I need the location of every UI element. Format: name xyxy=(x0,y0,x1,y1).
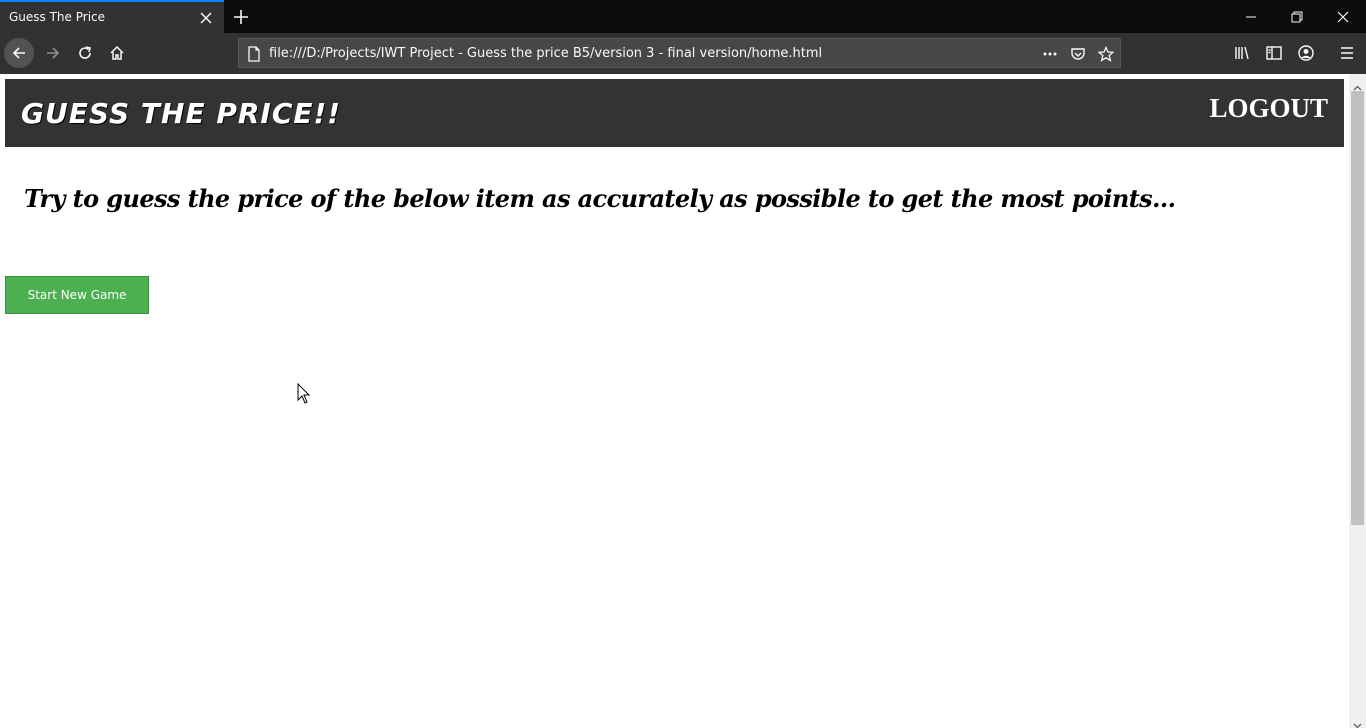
scrollbar-thumb[interactable] xyxy=(1351,91,1364,525)
page-icon xyxy=(247,46,261,66)
library-icon[interactable] xyxy=(1233,44,1251,62)
url-text[interactable]: file:///D:/Projects/IWT Project - Guess … xyxy=(269,46,822,61)
start-new-game-button[interactable]: Start New Game xyxy=(5,276,149,314)
window-close-icon[interactable] xyxy=(1333,7,1353,27)
logout-link[interactable]: LOGOUT xyxy=(1209,93,1328,124)
mouse-cursor-icon xyxy=(297,382,311,409)
restore-icon[interactable] xyxy=(1287,7,1307,27)
tab-active[interactable]: Guess The Price xyxy=(0,0,224,33)
scroll-up-icon[interactable] xyxy=(1353,78,1362,91)
home-icon[interactable] xyxy=(102,38,132,68)
site-header: GUESS THE PRICE!! LOGOUT xyxy=(5,79,1344,147)
minimize-icon[interactable] xyxy=(1241,7,1261,27)
reload-icon[interactable] xyxy=(70,38,100,68)
nav-toolbar: file:///D:/Projects/IWT Project - Guess … xyxy=(0,33,1366,74)
tab-strip: Guess The Price xyxy=(0,0,1366,33)
pocket-icon[interactable] xyxy=(1070,46,1086,62)
url-bar[interactable]: file:///D:/Projects/IWT Project - Guess … xyxy=(238,38,1121,68)
intro-heading: Try to guess the price of the below item… xyxy=(24,184,1176,213)
bookmark-star-icon[interactable] xyxy=(1097,45,1115,62)
more-icon[interactable] xyxy=(1042,46,1058,62)
forward-icon[interactable] xyxy=(38,38,68,68)
site-title: GUESS THE PRICE!! xyxy=(21,97,342,130)
menu-icon[interactable] xyxy=(1338,44,1356,62)
sidebar-icon[interactable] xyxy=(1265,44,1283,62)
page-viewport: GUESS THE PRICE!! LOGOUT Try to guess th… xyxy=(0,74,1366,728)
vertical-scrollbar[interactable] xyxy=(1349,74,1366,728)
back-icon[interactable] xyxy=(4,38,34,68)
new-tab-icon[interactable] xyxy=(231,7,251,27)
tab-title: Guess The Price xyxy=(9,10,106,24)
account-icon[interactable] xyxy=(1297,44,1315,62)
scroll-down-icon[interactable] xyxy=(1353,715,1362,728)
close-icon[interactable] xyxy=(198,10,214,26)
